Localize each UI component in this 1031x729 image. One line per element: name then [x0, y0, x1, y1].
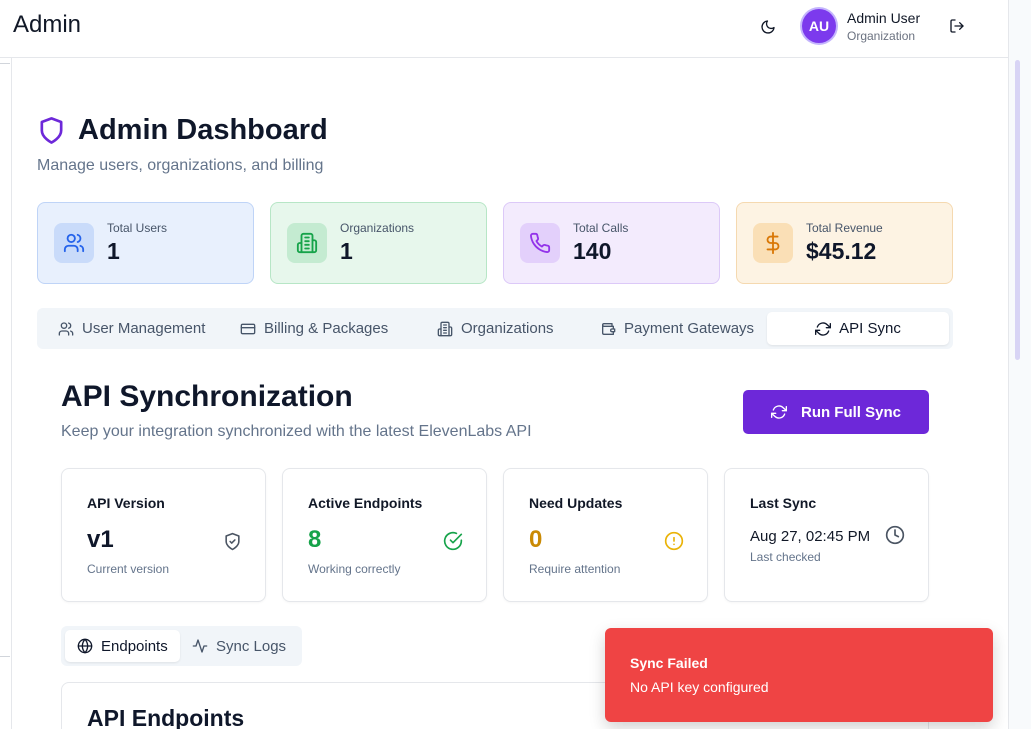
avatar[interactable]: AU — [802, 9, 836, 43]
stat-card-total-revenue: Total Revenue $45.12 — [736, 202, 953, 284]
dollar-icon — [766, 232, 780, 254]
clock-icon — [885, 525, 905, 545]
tab-organizations[interactable]: Organizations — [437, 312, 554, 345]
card-caption: Last checked — [750, 550, 821, 564]
stat-value: 140 — [573, 238, 612, 264]
card-need-updates: Need Updates 0 Require attention — [503, 468, 708, 602]
stat-label: Total Calls — [573, 221, 629, 235]
moon-icon — [761, 20, 775, 34]
stat-label: Total Revenue — [806, 221, 883, 235]
gutter-divider — [0, 656, 10, 657]
page-title: Admin Dashboard — [78, 114, 328, 146]
check-circle-icon — [443, 531, 463, 551]
page-heading: Admin Dashboard — [37, 114, 328, 147]
card-last-sync: Last Sync Aug 27, 02:45 PM Last checked — [724, 468, 929, 602]
card-caption: Working correctly — [308, 562, 401, 576]
card-active-endpoints: Active Endpoints 8 Working correctly — [282, 468, 487, 602]
tab-user-management[interactable]: User Management — [58, 312, 205, 345]
tab-label: User Management — [82, 320, 206, 337]
scrollbar-thumb[interactable] — [1015, 60, 1020, 360]
stat-value: 1 — [107, 238, 120, 264]
card-title: Last Sync — [750, 495, 817, 511]
main-tab-bar: User Management Billing & Packages Organ… — [37, 308, 953, 349]
stat-card-total-calls: Total Calls 140 — [503, 202, 720, 284]
globe-icon — [77, 638, 93, 654]
top-header: Admin AU Admin User Organization — [0, 0, 1008, 58]
credit-card-icon — [240, 323, 256, 334]
logout-icon — [950, 19, 964, 33]
stat-value: $45.12 — [806, 238, 877, 264]
wallet-icon — [602, 322, 616, 335]
gutter-divider — [0, 63, 10, 64]
sub-tab-bar: Endpoints Sync Logs — [61, 626, 302, 666]
users-icon — [63, 233, 85, 253]
error-toast[interactable]: Sync Failed No API key configured — [605, 628, 993, 722]
card-icon-wrap — [443, 531, 463, 551]
alert-circle-icon — [664, 531, 684, 551]
stat-label: Total Users — [107, 221, 168, 235]
card-title: Active Endpoints — [308, 495, 423, 511]
tab-label: Billing & Packages — [264, 320, 389, 337]
stat-card-total-users: Total Users 1 — [37, 202, 254, 284]
left-gutter — [0, 58, 12, 729]
app-title: Admin — [13, 11, 82, 38]
building-icon — [296, 232, 318, 254]
logout-button[interactable] — [946, 15, 968, 37]
stat-icon-box — [753, 223, 793, 263]
refresh-icon — [770, 405, 787, 419]
activity-icon — [192, 639, 208, 653]
section-subtitle: Keep your integration synchronized with … — [61, 423, 532, 440]
card-caption: Require attention — [529, 562, 621, 576]
card-title: Need Updates — [529, 495, 623, 511]
card-value: v1 — [87, 526, 114, 553]
tab-endpoints[interactable]: Endpoints — [65, 630, 180, 662]
card-caption: Current version — [87, 562, 170, 576]
user-organization: Organization — [847, 29, 916, 43]
section-title: API Synchronization — [61, 380, 353, 413]
button-label: Run Full Sync — [800, 403, 901, 421]
stat-icon-box — [520, 223, 560, 263]
tab-payment-gateways[interactable]: Payment Gateways — [600, 312, 754, 345]
card-icon-wrap — [885, 525, 905, 545]
tab-sync-logs[interactable]: Sync Logs — [192, 630, 286, 662]
page-subtitle: Manage users, organizations, and billing — [37, 157, 324, 174]
card-title: API Version — [87, 495, 165, 511]
stat-icon-box — [54, 223, 94, 263]
tab-label: Sync Logs — [216, 637, 287, 655]
tab-label: Payment Gateways — [624, 320, 755, 337]
stat-label: Organizations — [340, 221, 415, 235]
panel-title: API Endpoints — [87, 705, 245, 729]
tab-api-sync[interactable]: API Sync — [767, 312, 949, 345]
stat-value: 1 — [340, 238, 353, 264]
tab-label: Endpoints — [101, 637, 168, 655]
tab-label: Organizations — [461, 320, 554, 337]
toast-message: No API key configured — [630, 679, 769, 695]
tab-billing-packages[interactable]: Billing & Packages — [240, 312, 388, 345]
page-scrollbar[interactable] — [1008, 0, 1031, 729]
card-value: 0 — [529, 526, 543, 553]
card-icon-wrap — [664, 531, 684, 551]
building-icon — [437, 321, 453, 336]
stat-icon-box — [287, 223, 327, 263]
phone-icon — [530, 232, 551, 254]
card-value: Aug 27, 02:45 PM — [750, 528, 871, 545]
users-icon — [58, 321, 74, 336]
toast-title: Sync Failed — [630, 655, 708, 671]
shield-check-icon — [224, 532, 240, 550]
user-name: Admin User — [847, 10, 921, 26]
card-api-version: API Version v1 Current version — [61, 468, 266, 602]
tab-label: API Sync — [839, 320, 901, 337]
shield-icon — [40, 117, 63, 144]
card-value: 8 — [308, 526, 322, 553]
refresh-icon — [815, 321, 832, 336]
run-full-sync-button[interactable]: Run Full Sync — [743, 390, 929, 434]
card-icon-wrap — [222, 531, 242, 551]
stat-card-organizations: Organizations 1 — [270, 202, 487, 284]
theme-toggle-button[interactable] — [757, 16, 779, 38]
